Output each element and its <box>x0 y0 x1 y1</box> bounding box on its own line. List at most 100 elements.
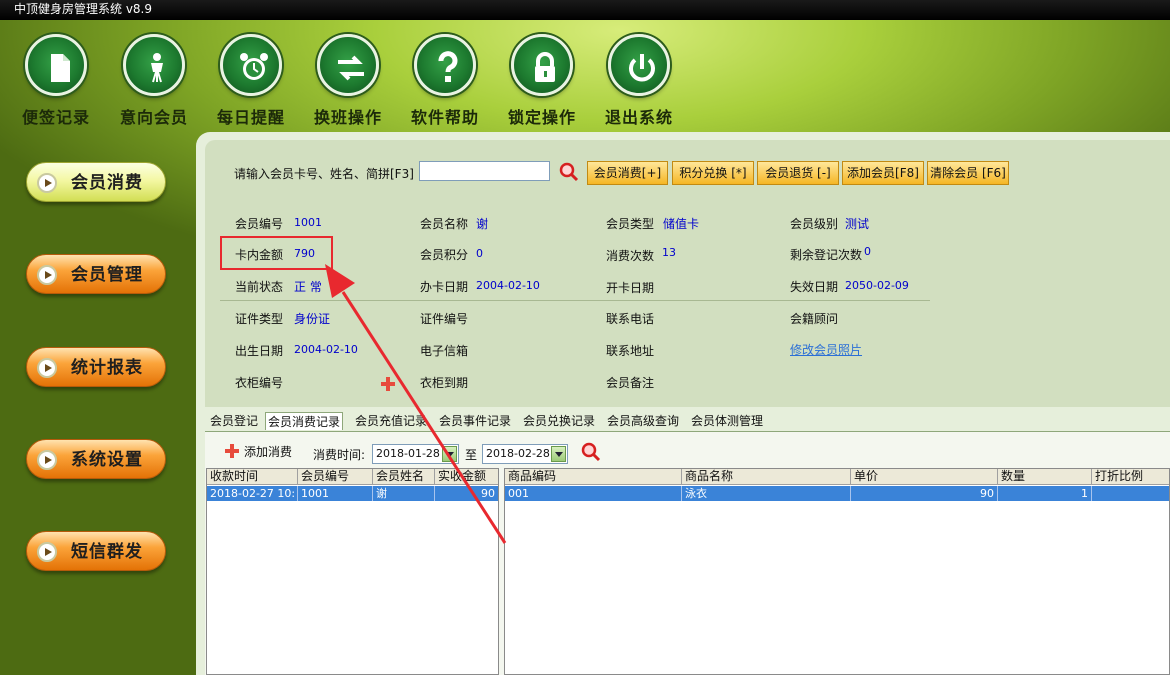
tab-fitness-test[interactable]: 会员体测管理 <box>689 412 765 430</box>
edit-photo-link[interactable]: 修改会员照片 <box>790 341 862 358</box>
table-cell: 1001 <box>298 486 373 501</box>
table-cell: 1 <box>998 486 1092 501</box>
add-locker-icon[interactable] <box>380 376 396 392</box>
toolbar-lock-button[interactable]: 锁定操作 <box>497 34 587 128</box>
status-label: 当前状态 <box>235 280 284 294</box>
divider <box>220 300 930 301</box>
member-consume-button[interactable]: 会员消费[+] <box>587 161 668 185</box>
remaining-label: 剩余登记次数 <box>790 248 863 262</box>
search-icon[interactable] <box>580 441 602 463</box>
member-type-label: 会员类型 <box>606 217 655 231</box>
sidebar-item-label: 统计报表 <box>71 358 143 378</box>
play-icon <box>37 358 57 378</box>
date-to-value: 2018-02-28 <box>486 447 550 460</box>
column-header[interactable]: 单价 <box>851 469 998 485</box>
table-cell: 001 <box>505 486 682 501</box>
cert-type-value: 身份证 <box>294 312 331 326</box>
advisor-label: 会籍顾问 <box>790 312 839 326</box>
tab-consume-records[interactable]: 会员消费记录 <box>265 412 344 430</box>
member-level-value: 测试 <box>845 217 870 231</box>
sidebar-item-label: 会员消费 <box>71 173 143 193</box>
search-label: 请输入会员卡号、姓名、简拼[F3] <box>234 167 414 181</box>
toolbar-label: 退出系统 <box>604 108 673 127</box>
column-header[interactable]: 数量 <box>998 469 1092 485</box>
column-header[interactable]: 收款时间 <box>207 469 298 485</box>
member-name-label: 会员名称 <box>420 217 469 231</box>
tab-event-records[interactable]: 会员事件记录 <box>437 412 513 430</box>
add-member-button[interactable]: 添加会员[F8] <box>842 161 924 185</box>
consume-time-label: 消费时间: <box>313 448 366 462</box>
toolbar-label: 每日提醒 <box>216 108 285 127</box>
locker-label: 衣柜编号 <box>235 376 284 390</box>
toolbar-reminder-button[interactable]: 每日提醒 <box>206 34 296 128</box>
table-cell: 泳衣 <box>682 486 851 501</box>
search-icon[interactable] <box>558 161 580 183</box>
window-title-bar: 中顶健身房管理系统 v8.9 <box>0 0 1170 20</box>
sidebar-item-member-consume[interactable]: 会员消费 <box>26 162 166 202</box>
toolbar-label: 便签记录 <box>21 108 90 127</box>
table-cell: 谢 <box>373 486 435 501</box>
locker-expire-label: 衣柜到期 <box>420 376 469 390</box>
toolbar-notes-button[interactable]: 便签记录 <box>11 34 101 128</box>
remaining-value: 0 <box>864 245 871 258</box>
tab-redeem-records[interactable]: 会员兑换记录 <box>521 412 597 430</box>
sidebar-item-reports[interactable]: 统计报表 <box>26 347 166 387</box>
column-header[interactable]: 会员编号 <box>298 469 373 485</box>
toolbar-prospect-button[interactable]: 意向会员 <box>109 34 199 128</box>
window-title: 中顶健身房管理系统 v8.9 <box>14 2 153 16</box>
birth-label: 出生日期 <box>235 344 284 358</box>
member-search-input[interactable] <box>419 161 550 181</box>
email-label: 电子信箱 <box>420 344 469 358</box>
member-id-value: 1001 <box>294 216 322 229</box>
chevron-down-icon[interactable] <box>442 446 457 462</box>
balance-highlight-box <box>220 236 333 270</box>
column-header[interactable]: 会员姓名 <box>373 469 435 485</box>
consume-count-value: 13 <box>662 246 676 259</box>
column-header[interactable]: 打折比例 <box>1092 469 1169 485</box>
tab-advanced-query[interactable]: 会员高级查询 <box>605 412 681 430</box>
chevron-down-icon[interactable] <box>551 446 566 462</box>
points-redeem-button[interactable]: 积分兑换 [*] <box>672 161 754 185</box>
sidebar-item-settings[interactable]: 系统设置 <box>26 439 166 479</box>
birth-value: 2004-02-10 <box>294 343 358 356</box>
help-icon <box>438 51 458 82</box>
expire-date-value: 2050-02-09 <box>845 279 909 292</box>
sidebar-item-member-manage[interactable]: 会员管理 <box>26 254 166 294</box>
toolbar-exit-button[interactable]: 退出系统 <box>594 34 684 128</box>
column-header[interactable]: 商品编码 <box>505 469 682 485</box>
sidebar-item-label: 会员管理 <box>71 265 143 285</box>
cert-no-label: 证件编号 <box>420 312 469 326</box>
member-return-button[interactable]: 会员退货 [-] <box>757 161 839 185</box>
toolbar-label: 软件帮助 <box>410 108 479 127</box>
date-to-select[interactable]: 2018-02-28 <box>482 444 568 464</box>
play-icon <box>37 173 57 193</box>
note-icon <box>51 54 70 82</box>
toolbar-shift-button[interactable]: 换班操作 <box>303 34 393 128</box>
column-header[interactable]: 商品名称 <box>682 469 851 485</box>
column-header[interactable]: 实收金额 <box>435 469 498 485</box>
date-from-select[interactable]: 2018-01-28 <box>372 444 459 464</box>
tab-member-register[interactable]: 会员登记 <box>208 412 260 430</box>
clear-member-button[interactable]: 清除会员 [F6] <box>927 161 1009 185</box>
toolbar-label: 意向会员 <box>119 108 188 127</box>
alarm-clock-icon <box>240 53 268 80</box>
phone-label: 联系电话 <box>606 312 655 326</box>
sidebar-item-sms[interactable]: 短信群发 <box>26 531 166 571</box>
cert-type-label: 证件类型 <box>235 312 284 326</box>
receipt-grid[interactable]: 收款时间 会员编号 会员姓名 实收金额 2018-02-27 10: 1001 … <box>206 468 499 675</box>
member-name-value: 谢 <box>476 217 489 231</box>
points-value: 0 <box>476 247 483 260</box>
date-from-value: 2018-01-28 <box>376 447 440 460</box>
play-icon <box>37 542 57 562</box>
address-label: 联系地址 <box>606 344 655 358</box>
consume-count-label: 消费次数 <box>606 249 655 263</box>
expire-date-label: 失效日期 <box>790 280 839 294</box>
toolbar-label: 换班操作 <box>313 108 382 127</box>
lock-icon <box>535 52 555 82</box>
tab-recharge-records[interactable]: 会员充值记录 <box>353 412 429 430</box>
power-icon <box>629 54 655 82</box>
toolbar-help-button[interactable]: 软件帮助 <box>400 34 490 128</box>
remark-label: 会员备注 <box>606 376 655 390</box>
item-grid[interactable]: 商品编码 商品名称 单价 数量 打折比例 001 泳衣 90 1 <box>504 468 1170 675</box>
status-value: 正 常 <box>294 280 322 294</box>
